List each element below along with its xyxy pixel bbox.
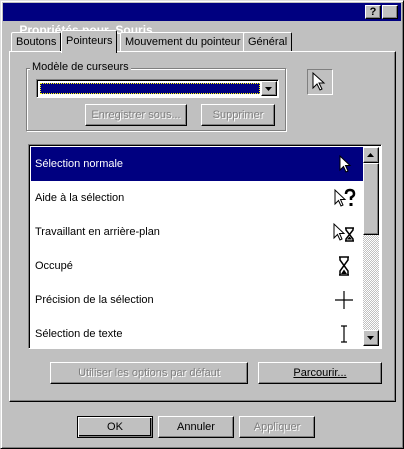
cursor-scheme-dropdown[interactable] (36, 79, 279, 98)
vertical-scrollbar[interactable] (363, 147, 379, 346)
working-background-cursor-icon (333, 222, 354, 242)
list-item[interactable]: Aide à la sélection (31, 181, 364, 215)
cursor-label: Sélection normale (35, 158, 124, 170)
tab-boutons[interactable]: Boutons (11, 32, 62, 52)
cursor-scheme-label: Modèle de curseurs (30, 61, 131, 73)
text-beam-cursor-icon (341, 325, 347, 343)
scroll-up-button[interactable] (363, 147, 379, 163)
help-button[interactable]: ? (365, 5, 381, 19)
arrow-cursor-icon (312, 71, 326, 91)
chevron-down-icon (265, 87, 272, 91)
scroll-down-button[interactable] (363, 330, 379, 346)
browse-button[interactable]: Parcourir... (258, 362, 382, 384)
close-button[interactable] (382, 5, 404, 27)
tab-mouvement-du-pointeur[interactable]: Mouvement du pointeur (120, 32, 246, 52)
use-default-button[interactable]: Utiliser les options par défaut (50, 362, 248, 384)
tab-general[interactable]: Général (243, 32, 293, 52)
scroll-thumb[interactable] (363, 163, 379, 235)
cursor-label: Aide à la sélection (35, 192, 125, 204)
cursor-scheme-value (40, 83, 260, 94)
list-item[interactable]: Sélection de texte (31, 317, 364, 348)
list-item[interactable]: Occupé (31, 249, 364, 283)
cursor-preview (307, 69, 333, 95)
cursor-label: Travaillant en arrière-plan (35, 226, 160, 238)
cancel-button[interactable]: Annuler (158, 416, 234, 438)
apply-button[interactable]: Appliquer (239, 416, 315, 438)
cursor-label: Occupé (35, 260, 73, 272)
save-as-button[interactable]: Enregistrer sous... (85, 104, 187, 126)
dropdown-button[interactable] (261, 81, 277, 96)
arrow-up-icon (367, 153, 374, 157)
tab-pointeurs[interactable]: Pointeurs (61, 30, 118, 53)
pointers-tab-panel: Modèle de curseurs Enregistrer sous... S… (9, 51, 396, 402)
title-bar: Propriétés pour Souris ? (3, 3, 404, 37)
cursor-label: Précision de la sélection (35, 294, 154, 306)
list-item[interactable]: Sélection normale (31, 147, 364, 181)
arrow-cursor-icon (339, 154, 352, 173)
delete-button[interactable]: Supprimer (201, 104, 275, 126)
list-item[interactable]: Travaillant en arrière-plan (31, 215, 364, 249)
cursor-label: Sélection de texte (35, 328, 123, 340)
crosshair-cursor-icon (335, 291, 353, 309)
hourglass-cursor-icon (339, 256, 349, 276)
help-select-cursor-icon (334, 188, 356, 207)
list-item[interactable]: Précision de la sélection (31, 283, 364, 317)
mouse-properties-dialog: Propriétés pour Souris ? Boutons Pointeu… (0, 0, 404, 449)
browse-label: Parcourir... (293, 367, 347, 379)
arrow-down-icon (367, 336, 374, 340)
cursor-list[interactable]: Sélection normale Aide à la sélection Tr… (28, 144, 382, 349)
ok-button[interactable]: OK (77, 416, 153, 438)
